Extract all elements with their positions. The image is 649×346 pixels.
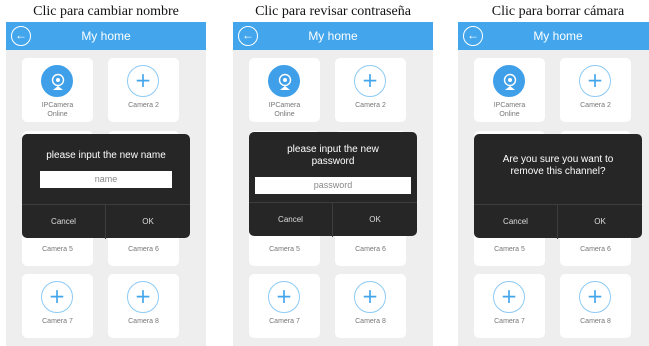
camera-name: Camera 8 bbox=[128, 318, 159, 325]
camera-tile-ipcamera[interactable]: IPCamera Online bbox=[249, 58, 320, 122]
camera-name: Camera 2 bbox=[128, 102, 159, 109]
caption: Clic para revisar contraseña bbox=[255, 4, 411, 19]
camera-name: IPCamera bbox=[41, 102, 74, 109]
dialog-message: please input the new password bbox=[287, 144, 379, 167]
password-input[interactable]: password bbox=[255, 177, 411, 194]
phone-screen: ← My home IPCamera Online + Camera 2 Came… bbox=[6, 22, 206, 346]
name-input[interactable]: name bbox=[40, 171, 172, 188]
camera-status: Online bbox=[274, 111, 295, 118]
camera-name: Camera 8 bbox=[355, 318, 386, 325]
top-bar: ← My home bbox=[233, 22, 433, 50]
camera-name: Camera 6 bbox=[580, 246, 611, 253]
camera-status: Online bbox=[47, 111, 68, 118]
rename-dialog: please input the new name name Cancel OK bbox=[22, 134, 190, 239]
caption: Clic para borrar cámara bbox=[491, 4, 625, 19]
camera-name: Camera 8 bbox=[580, 318, 611, 325]
camera-tile[interactable]: + Camera 7 bbox=[249, 274, 320, 338]
camera-name: Camera 5 bbox=[494, 246, 525, 253]
dialog-message: Are you sure you want to remove this cha… bbox=[502, 154, 614, 177]
top-bar: ← My home bbox=[6, 22, 206, 50]
camera-status: Online bbox=[499, 111, 520, 118]
phone-screen: ← My home IPCamera Online + Camera 2 Came… bbox=[458, 22, 649, 346]
camera-tile[interactable]: + Camera 7 bbox=[474, 274, 545, 338]
plus-icon: + bbox=[354, 281, 386, 313]
cancel-button[interactable]: Cancel bbox=[22, 205, 106, 239]
plus-icon: + bbox=[579, 281, 611, 313]
camera-name: Camera 2 bbox=[355, 102, 386, 109]
camera-name: Camera 5 bbox=[269, 246, 300, 253]
webcam-icon bbox=[41, 65, 73, 97]
camera-name: Camera 6 bbox=[355, 246, 386, 253]
camera-tile[interactable]: + Camera 7 bbox=[22, 274, 93, 338]
ok-button[interactable]: OK bbox=[333, 203, 417, 237]
plus-icon: + bbox=[579, 65, 611, 97]
password-dialog: please input the new password password C… bbox=[249, 132, 417, 237]
camera-name: IPCamera bbox=[268, 102, 301, 109]
camera-name: Camera 7 bbox=[42, 318, 73, 325]
camera-tile-ipcamera[interactable]: IPCamera Online bbox=[22, 58, 93, 122]
camera-name: Camera 5 bbox=[42, 246, 73, 253]
camera-tile[interactable]: + Camera 2 bbox=[560, 58, 631, 122]
ok-button[interactable]: OK bbox=[558, 205, 642, 239]
screenshot-rename: Clic para cambiar nombre ← My home IPCam… bbox=[6, 0, 206, 346]
phone-screen: ← My home IPCamera Online + Camera 2 Came… bbox=[233, 22, 433, 346]
camera-name: Camera 7 bbox=[269, 318, 300, 325]
camera-tile[interactable]: + Camera 8 bbox=[335, 274, 406, 338]
page-title: My home bbox=[533, 29, 583, 43]
camera-tile-ipcamera[interactable]: IPCamera Online bbox=[474, 58, 545, 122]
camera-name: IPCamera bbox=[493, 102, 526, 109]
screenshot-delete: Clic para borrar cámara ← My home IPCame… bbox=[458, 0, 649, 346]
webcam-icon bbox=[268, 65, 300, 97]
camera-name: Camera 7 bbox=[494, 318, 525, 325]
camera-name: Camera 6 bbox=[128, 246, 159, 253]
top-bar: ← My home bbox=[458, 22, 649, 50]
webcam-icon bbox=[493, 65, 525, 97]
camera-tile[interactable]: + Camera 2 bbox=[335, 58, 406, 122]
page-title: My home bbox=[308, 29, 358, 43]
page-title: My home bbox=[81, 29, 131, 43]
plus-icon: + bbox=[127, 65, 159, 97]
camera-tile[interactable]: + Camera 2 bbox=[108, 58, 179, 122]
plus-icon: + bbox=[493, 281, 525, 313]
plus-icon: + bbox=[41, 281, 73, 313]
screenshot-password: Clic para revisar contraseña ← My home I… bbox=[233, 0, 433, 346]
cancel-button[interactable]: Cancel bbox=[249, 203, 333, 237]
cancel-button[interactable]: Cancel bbox=[474, 205, 558, 239]
ok-button[interactable]: OK bbox=[106, 205, 190, 239]
delete-dialog: Are you sure you want to remove this cha… bbox=[474, 134, 642, 239]
caption: Clic para cambiar nombre bbox=[33, 4, 179, 19]
plus-icon: + bbox=[268, 281, 300, 313]
plus-icon: + bbox=[127, 281, 159, 313]
camera-name: Camera 2 bbox=[580, 102, 611, 109]
camera-tile[interactable]: + Camera 8 bbox=[108, 274, 179, 338]
dialog-message: please input the new name bbox=[46, 150, 166, 161]
camera-tile[interactable]: + Camera 8 bbox=[560, 274, 631, 338]
plus-icon: + bbox=[354, 65, 386, 97]
